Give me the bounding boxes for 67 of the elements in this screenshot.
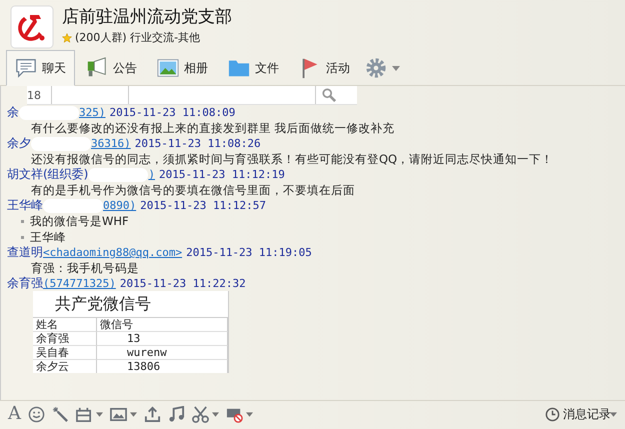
table-cell: 13	[97, 332, 228, 346]
tab[interactable]: 活动	[290, 50, 359, 86]
bullet-icon	[21, 236, 24, 238]
contact-link[interactable]: <chadaoming88@qq.com>	[43, 246, 182, 259]
chat-bubble-icon	[15, 57, 37, 79]
table-header: 姓名	[33, 318, 97, 332]
message-text: 我的微信号是WHF	[30, 213, 129, 229]
message-text: 有的是手机号作为微信号的要填在微信号里面，不要填在后面	[30, 182, 356, 198]
message-time: 2015-11-23 11:12:19	[159, 168, 285, 181]
message-time: 2015-11-23 11:22:32	[120, 277, 246, 290]
tab[interactable]: 相册	[148, 50, 217, 86]
table-header: 微信号	[97, 318, 228, 332]
caret-icon[interactable]	[130, 412, 137, 416]
music-note-icon[interactable]	[168, 406, 185, 422]
contact-link[interactable]: )	[148, 168, 155, 181]
message-text: 育强：我手机号码是	[30, 260, 140, 276]
message-text: 还没有报微信号的同志，须抓紧时间与育强联系！有些可能没有登QQ，请附近同志尽快通知一下！	[30, 151, 554, 167]
tab[interactable]: 文件	[219, 50, 288, 86]
zoom-icon[interactable]	[322, 88, 336, 102]
sender-name[interactable]: 余	[7, 104, 19, 121]
caret-icon[interactable]	[96, 412, 103, 416]
clock-icon	[545, 406, 560, 422]
caret-icon[interactable]	[212, 412, 219, 416]
message-history-button[interactable]: 消息记录	[545, 406, 617, 422]
tab[interactable]: 公告	[77, 50, 146, 86]
hammer-sickle-logo	[10, 5, 54, 49]
settings-icon[interactable]	[365, 57, 387, 79]
group-subtitle: (200人群) 行业交流-其他	[75, 30, 200, 45]
bullet-icon	[21, 220, 24, 222]
caret-icon[interactable]	[246, 412, 253, 416]
contact-link[interactable]: 325)	[79, 106, 106, 119]
table-cell: 余夕云	[33, 360, 97, 373]
contact-link[interactable]: 0890)	[103, 199, 136, 212]
table-cell: 余育强	[33, 332, 97, 346]
sender-name[interactable]: 余夕	[7, 135, 31, 152]
megaphone-icon	[86, 57, 108, 79]
table-cell: wurenw	[97, 346, 228, 360]
star-icon	[62, 32, 72, 42]
picture-icon[interactable]	[110, 406, 127, 422]
contact-link[interactable]: (574771325)	[43, 277, 116, 290]
caret-icon[interactable]	[392, 66, 400, 70]
sender-name[interactable]: 胡文祥(组织委)	[7, 166, 88, 183]
font-icon[interactable]: A	[8, 405, 21, 423]
spreadsheet-image[interactable]: 共产党微信号 姓名 微信号 余育强 13 吴自春 wurenw 余夕云 13806	[33, 291, 229, 373]
sender-name[interactable]: 查道明	[7, 244, 43, 261]
magic-wand-icon[interactable]	[52, 406, 69, 422]
scissors-icon[interactable]	[192, 406, 209, 422]
group-title: 店前驻温州流动党支部	[62, 6, 232, 28]
smiley-icon[interactable]	[28, 406, 45, 422]
sender-name[interactable]: 余育强	[7, 275, 43, 292]
contact-link[interactable]: 36316)	[91, 137, 131, 150]
message-text: 王华峰	[30, 229, 66, 245]
photo-icon	[157, 57, 179, 79]
message-time: 2015-11-23 11:12:57	[140, 199, 266, 212]
upload-icon[interactable]	[144, 406, 161, 422]
table-cell: 13806	[97, 360, 228, 373]
message-time: 2015-11-23 11:19:05	[186, 246, 312, 259]
row-number: 18	[27, 88, 42, 102]
message-text: 有什么要修改的还没有报上来的直接发到群里 我后面做统一修改补充	[30, 120, 396, 136]
caret-icon	[610, 412, 617, 416]
message-time: 2015-11-23 11:08:26	[134, 137, 261, 150]
tab[interactable]: 聊天	[6, 50, 75, 86]
table-cell: 吴自春	[33, 346, 97, 360]
sender-name[interactable]: 王华峰	[7, 197, 43, 214]
sheet-title: 共产党微信号	[33, 291, 228, 318]
image-edit-icon[interactable]	[76, 406, 93, 422]
message-time: 2015-11-23 11:08:09	[110, 106, 236, 119]
